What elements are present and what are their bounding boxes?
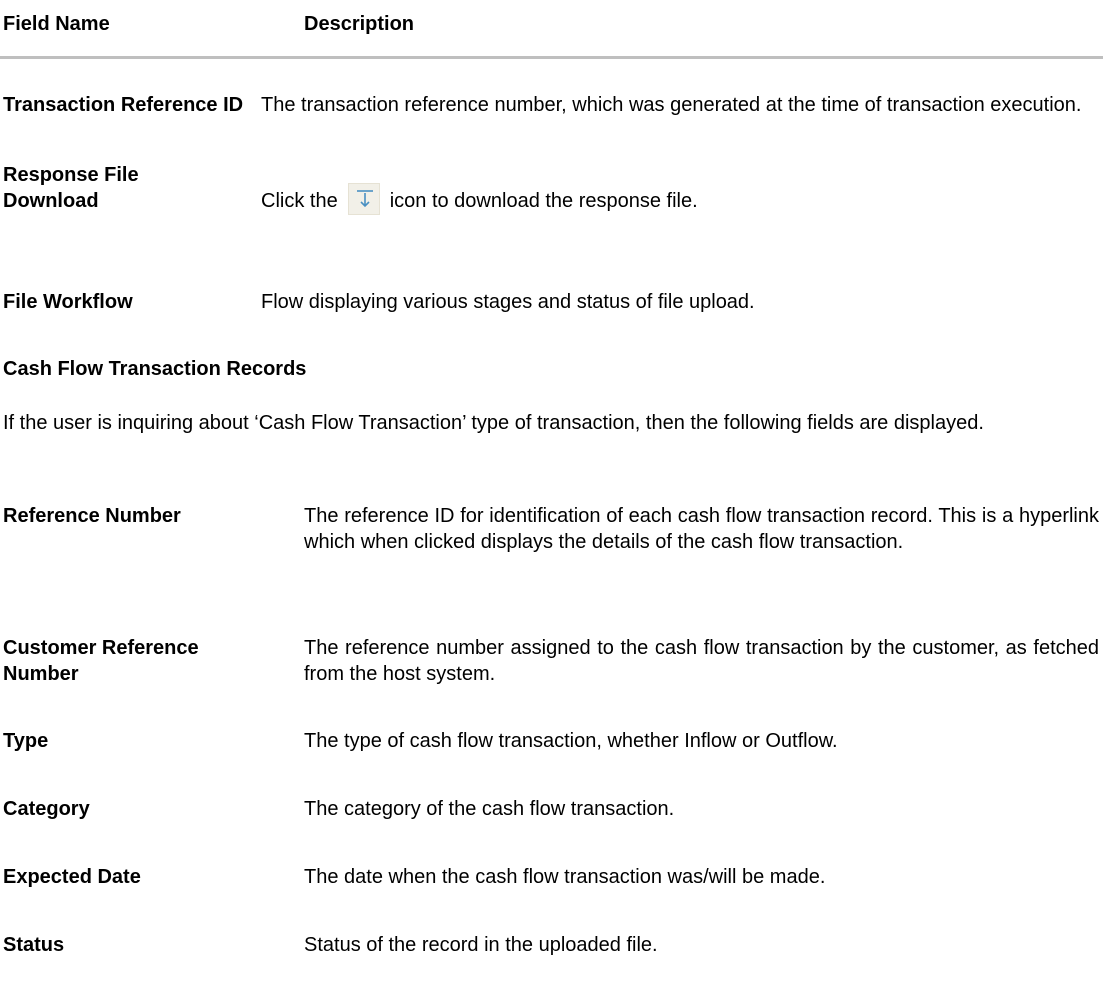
- field-description: Flow displaying various stages and statu…: [261, 291, 755, 313]
- field-description: The transaction reference number, which …: [261, 94, 1082, 116]
- field-name: Response File Download: [3, 164, 139, 212]
- field-description: The reference ID for identification of e…: [304, 505, 1099, 553]
- field-name: Customer Reference Number: [3, 637, 199, 685]
- field-description: The reference number assigned to the cas…: [304, 637, 1099, 685]
- field-name: Type: [3, 730, 49, 752]
- section-intro: If the user is inquiring about ‘Cash Flo…: [3, 412, 984, 434]
- field-description: The type of cash flow transaction, wheth…: [304, 730, 838, 752]
- description-header: Description: [304, 13, 415, 35]
- field-description: The date when the cash flow transaction …: [304, 866, 826, 888]
- field-name-header: Field Name: [3, 13, 110, 35]
- field-name: Reference Number: [3, 505, 181, 527]
- field-name: Transaction Reference ID: [3, 94, 244, 116]
- section-title: Cash Flow Transaction Records: [3, 358, 307, 380]
- download-icon[interactable]: [347, 182, 380, 215]
- table-header: Field Name Description: [0, 0, 1103, 58]
- description-text-after: icon to download the response file.: [389, 190, 698, 212]
- field-name: Status: [3, 934, 65, 956]
- header-divider: [0, 56, 1103, 59]
- field-description: Status of the record in the uploaded fil…: [304, 934, 658, 956]
- field-name: Expected Date: [3, 866, 141, 888]
- field-name: Category: [3, 798, 90, 820]
- field-name: File Workflow: [3, 291, 133, 313]
- field-description: Click the icon to download the response f…: [261, 182, 1099, 215]
- description-text-before: Click the: [261, 190, 338, 212]
- field-description: The category of the cash flow transactio…: [304, 798, 675, 820]
